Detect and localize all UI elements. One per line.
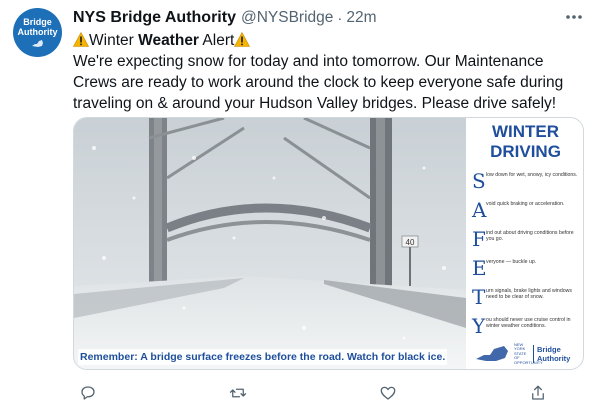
- safety-letter: E: [472, 256, 487, 280]
- safety-item: Everyone — buckle up.: [472, 257, 581, 286]
- safety-letter: S: [472, 169, 486, 193]
- panel-title-line2: DRIVING: [490, 142, 561, 161]
- tweet-media[interactable]: 40 WINTER DRIVING Slow down for wet, sno…: [73, 117, 584, 370]
- safety-letter: T: [472, 285, 486, 309]
- like-icon: [380, 386, 396, 400]
- safety-text: void quick braking or acceleration.: [486, 201, 565, 207]
- warning-icon: [73, 32, 89, 47]
- share-button[interactable]: [523, 380, 553, 406]
- headline-bold: Weather: [138, 32, 199, 49]
- tweet-header: NYS Bridge Authority @NYSBridge · 22m: [73, 8, 560, 28]
- safety-item: You should never use cruise control in w…: [472, 315, 581, 344]
- winter-driving-panel: WINTER DRIVING Slow down for wet, snowy,…: [466, 118, 583, 369]
- safety-text: ind out about driving conditions before …: [486, 230, 574, 242]
- ny-state-icon: [31, 40, 43, 47]
- safety-text: urn signals, brake lights and windows ne…: [486, 288, 572, 300]
- avatar-text: Bridge Authority: [17, 17, 58, 37]
- reply-button[interactable]: [73, 380, 103, 406]
- safety-text: veryone — buckle up.: [486, 259, 537, 265]
- user-handle[interactable]: @NYSBridge: [241, 9, 333, 27]
- brand-logo: Bridge Authority: [533, 344, 571, 363]
- safety-text: ou should never use cruise control in wi…: [486, 317, 571, 329]
- tweet-text: Winter Weather Alert We're expecting sno…: [73, 30, 588, 114]
- headline-pre: Winter: [89, 32, 139, 49]
- display-name[interactable]: NYS Bridge Authority: [73, 9, 236, 27]
- tweet-actions: [73, 380, 553, 406]
- image-caption: Remember: A bridge surface freezes befor…: [78, 349, 448, 365]
- more-icon[interactable]: [562, 5, 586, 29]
- brand-line1: Bridge: [537, 344, 561, 354]
- timestamp[interactable]: 22m: [346, 9, 376, 27]
- tweet-headline: Winter Weather Alert: [73, 30, 588, 51]
- safety-item: Turn signals, brake lights and windows n…: [472, 286, 581, 315]
- safety-item: Find out about driving conditions before…: [472, 228, 581, 257]
- avatar[interactable]: Bridge Authority: [13, 8, 62, 57]
- bridge-photo: 40: [74, 118, 466, 369]
- safety-letter: Y: [472, 314, 486, 338]
- ny-state-icon: [476, 345, 508, 361]
- ny-text: NEW YORK STATE OF OPPORTUNITY: [514, 341, 543, 365]
- warning-icon: [234, 32, 251, 47]
- safety-list: Slow down for wet, snowy, icy conditions…: [472, 170, 581, 344]
- retweet-button[interactable]: [223, 380, 253, 406]
- safety-letter: F: [472, 227, 486, 251]
- separator: ·: [337, 9, 343, 27]
- retweet-icon: [229, 388, 247, 398]
- ny-logo: NEW YORK STATE OF OPPORTUNITY Bridge Auth…: [474, 341, 571, 366]
- speed-sign: 40: [406, 238, 415, 247]
- like-button[interactable]: [373, 380, 403, 406]
- share-icon: [532, 385, 544, 400]
- headline-post: Alert: [198, 32, 235, 49]
- safety-item: Slow down for wet, snowy, icy conditions…: [472, 170, 581, 199]
- reply-icon: [81, 386, 95, 400]
- safety-letter: A: [472, 198, 487, 222]
- brand-line2: Authority: [537, 353, 571, 363]
- panel-title-line1: WINTER: [491, 122, 560, 141]
- safety-text: low down for wet, snowy, icy conditions.: [486, 172, 578, 178]
- tweet-body: We're expecting snow for today and into …: [73, 53, 564, 112]
- safety-item: Avoid quick braking or acceleration.: [472, 199, 581, 228]
